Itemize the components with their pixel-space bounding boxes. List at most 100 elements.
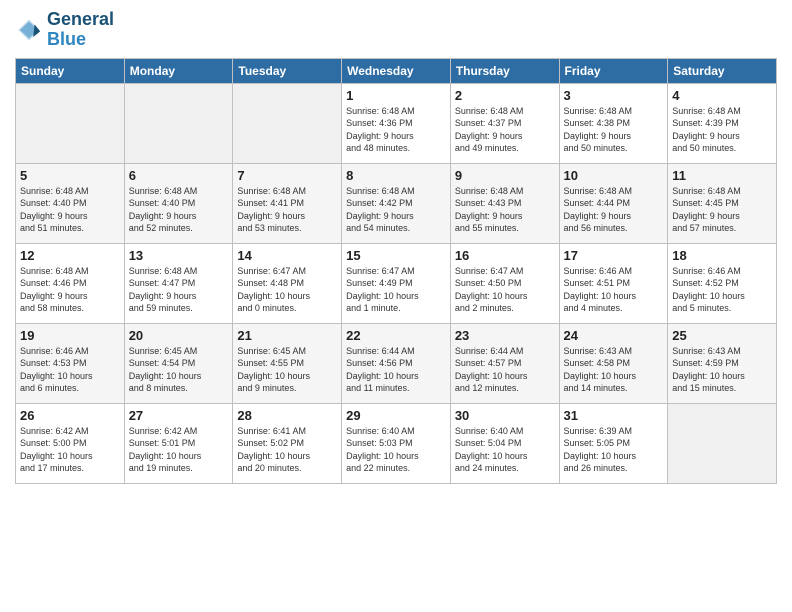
day-info: Sunrise: 6:48 AM Sunset: 4:41 PM Dayligh…	[237, 185, 337, 235]
day-number: 26	[20, 408, 120, 423]
day-info: Sunrise: 6:45 AM Sunset: 4:55 PM Dayligh…	[237, 345, 337, 395]
day-number: 21	[237, 328, 337, 343]
week-row-1: 1Sunrise: 6:48 AM Sunset: 4:36 PM Daylig…	[16, 83, 777, 163]
day-number: 31	[564, 408, 664, 423]
day-info: Sunrise: 6:48 AM Sunset: 4:46 PM Dayligh…	[20, 265, 120, 315]
day-info: Sunrise: 6:48 AM Sunset: 4:36 PM Dayligh…	[346, 105, 446, 155]
day-number: 27	[129, 408, 229, 423]
day-number: 2	[455, 88, 555, 103]
calendar-cell: 23 Sunrise: 6:44 AM Sunset: 4:57 PM Dayli…	[450, 323, 559, 403]
day-info: Sunrise: 6:43 AM Sunset: 4:59 PM Dayligh…	[672, 345, 772, 395]
week-row-5: 26 Sunrise: 6:42 AM Sunset: 5:00 PM Dayli…	[16, 403, 777, 483]
calendar-cell: 26 Sunrise: 6:42 AM Sunset: 5:00 PM Dayli…	[16, 403, 125, 483]
day-info: Sunrise: 6:48 AM Sunset: 4:37 PM Dayligh…	[455, 105, 555, 155]
day-info: Sunrise: 6:45 AM Sunset: 4:54 PM Dayligh…	[129, 345, 229, 395]
calendar-cell: 11 Sunrise: 6:48 AM Sunset: 4:45 PM Dayli…	[668, 163, 777, 243]
day-number: 14	[237, 248, 337, 263]
day-info: Sunrise: 6:39 AM Sunset: 5:05 PM Dayligh…	[564, 425, 664, 475]
calendar-cell: 17 Sunrise: 6:46 AM Sunset: 4:51 PM Dayli…	[559, 243, 668, 323]
day-number: 7	[237, 168, 337, 183]
calendar-cell: 4 Sunrise: 6:48 AM Sunset: 4:39 PM Daylig…	[668, 83, 777, 163]
day-number: 19	[20, 328, 120, 343]
day-number: 24	[564, 328, 664, 343]
calendar-cell	[124, 83, 233, 163]
week-row-3: 12 Sunrise: 6:48 AM Sunset: 4:46 PM Dayli…	[16, 243, 777, 323]
logo-icon	[15, 16, 43, 44]
calendar-cell: 22 Sunrise: 6:44 AM Sunset: 4:56 PM Dayli…	[342, 323, 451, 403]
calendar-cell: 29Sunrise: 6:40 AM Sunset: 5:03 PM Dayli…	[342, 403, 451, 483]
calendar-cell: 5Sunrise: 6:48 AM Sunset: 4:40 PM Daylig…	[16, 163, 125, 243]
day-number: 10	[564, 168, 664, 183]
day-info: Sunrise: 6:48 AM Sunset: 4:47 PM Dayligh…	[129, 265, 229, 315]
day-info: Sunrise: 6:41 AM Sunset: 5:02 PM Dayligh…	[237, 425, 337, 475]
day-number: 28	[237, 408, 337, 423]
day-number: 30	[455, 408, 555, 423]
calendar-cell: 31 Sunrise: 6:39 AM Sunset: 5:05 PM Dayli…	[559, 403, 668, 483]
calendar-cell: 15 Sunrise: 6:47 AM Sunset: 4:49 PM Dayli…	[342, 243, 451, 323]
day-number: 15	[346, 248, 446, 263]
calendar-cell: 18 Sunrise: 6:46 AM Sunset: 4:52 PM Dayli…	[668, 243, 777, 323]
day-number: 13	[129, 248, 229, 263]
calendar-cell: 16Sunrise: 6:47 AM Sunset: 4:50 PM Dayli…	[450, 243, 559, 323]
day-number: 12	[20, 248, 120, 263]
day-info: Sunrise: 6:42 AM Sunset: 5:00 PM Dayligh…	[20, 425, 120, 475]
day-number: 4	[672, 88, 772, 103]
day-number: 6	[129, 168, 229, 183]
day-info: Sunrise: 6:46 AM Sunset: 4:51 PM Dayligh…	[564, 265, 664, 315]
day-info: Sunrise: 6:47 AM Sunset: 4:49 PM Dayligh…	[346, 265, 446, 315]
weekday-saturday: Saturday	[668, 58, 777, 83]
calendar-cell: 12 Sunrise: 6:48 AM Sunset: 4:46 PM Dayli…	[16, 243, 125, 323]
day-info: Sunrise: 6:48 AM Sunset: 4:42 PM Dayligh…	[346, 185, 446, 235]
calendar-cell: 14 Sunrise: 6:47 AM Sunset: 4:48 PM Dayli…	[233, 243, 342, 323]
calendar-cell: 6Sunrise: 6:48 AM Sunset: 4:40 PM Daylig…	[124, 163, 233, 243]
weekday-header-row: SundayMondayTuesdayWednesdayThursdayFrid…	[16, 58, 777, 83]
day-number: 9	[455, 168, 555, 183]
day-info: Sunrise: 6:40 AM Sunset: 5:03 PM Dayligh…	[346, 425, 446, 475]
day-info: Sunrise: 6:43 AM Sunset: 4:58 PM Dayligh…	[564, 345, 664, 395]
day-info: Sunrise: 6:48 AM Sunset: 4:45 PM Dayligh…	[672, 185, 772, 235]
day-number: 16	[455, 248, 555, 263]
weekday-wednesday: Wednesday	[342, 58, 451, 83]
day-info: Sunrise: 6:44 AM Sunset: 4:57 PM Dayligh…	[455, 345, 555, 395]
calendar-cell: 2 Sunrise: 6:48 AM Sunset: 4:37 PM Daylig…	[450, 83, 559, 163]
day-info: Sunrise: 6:48 AM Sunset: 4:39 PM Dayligh…	[672, 105, 772, 155]
calendar-cell: 30 Sunrise: 6:40 AM Sunset: 5:04 PM Dayli…	[450, 403, 559, 483]
calendar-cell: 19 Sunrise: 6:46 AM Sunset: 4:53 PM Dayli…	[16, 323, 125, 403]
calendar-cell: 27 Sunrise: 6:42 AM Sunset: 5:01 PM Dayli…	[124, 403, 233, 483]
day-info: Sunrise: 6:48 AM Sunset: 4:40 PM Dayligh…	[20, 185, 120, 235]
calendar-cell: 24 Sunrise: 6:43 AM Sunset: 4:58 PM Dayli…	[559, 323, 668, 403]
day-info: Sunrise: 6:42 AM Sunset: 5:01 PM Dayligh…	[129, 425, 229, 475]
day-info: Sunrise: 6:46 AM Sunset: 4:52 PM Dayligh…	[672, 265, 772, 315]
day-info: Sunrise: 6:47 AM Sunset: 4:48 PM Dayligh…	[237, 265, 337, 315]
day-number: 23	[455, 328, 555, 343]
day-info: Sunrise: 6:48 AM Sunset: 4:43 PM Dayligh…	[455, 185, 555, 235]
day-number: 25	[672, 328, 772, 343]
day-info: Sunrise: 6:48 AM Sunset: 4:38 PM Dayligh…	[564, 105, 664, 155]
calendar-cell	[16, 83, 125, 163]
logo-text: General Blue	[47, 10, 114, 50]
day-info: Sunrise: 6:44 AM Sunset: 4:56 PM Dayligh…	[346, 345, 446, 395]
day-number: 11	[672, 168, 772, 183]
calendar-cell: 13 Sunrise: 6:48 AM Sunset: 4:47 PM Dayli…	[124, 243, 233, 323]
day-info: Sunrise: 6:46 AM Sunset: 4:53 PM Dayligh…	[20, 345, 120, 395]
calendar-cell: 8 Sunrise: 6:48 AM Sunset: 4:42 PM Daylig…	[342, 163, 451, 243]
day-number: 8	[346, 168, 446, 183]
day-number: 22	[346, 328, 446, 343]
page-container: General Blue SundayMondayTuesdayWednesda…	[0, 0, 792, 612]
day-number: 20	[129, 328, 229, 343]
calendar-cell	[233, 83, 342, 163]
day-info: Sunrise: 6:40 AM Sunset: 5:04 PM Dayligh…	[455, 425, 555, 475]
week-row-2: 5Sunrise: 6:48 AM Sunset: 4:40 PM Daylig…	[16, 163, 777, 243]
calendar-cell: 7 Sunrise: 6:48 AM Sunset: 4:41 PM Daylig…	[233, 163, 342, 243]
day-number: 17	[564, 248, 664, 263]
calendar-table: SundayMondayTuesdayWednesdayThursdayFrid…	[15, 58, 777, 484]
weekday-thursday: Thursday	[450, 58, 559, 83]
day-number: 18	[672, 248, 772, 263]
day-info: Sunrise: 6:48 AM Sunset: 4:44 PM Dayligh…	[564, 185, 664, 235]
weekday-friday: Friday	[559, 58, 668, 83]
calendar-cell: 20 Sunrise: 6:45 AM Sunset: 4:54 PM Dayli…	[124, 323, 233, 403]
weekday-tuesday: Tuesday	[233, 58, 342, 83]
weekday-sunday: Sunday	[16, 58, 125, 83]
calendar-cell	[668, 403, 777, 483]
calendar-cell: 28 Sunrise: 6:41 AM Sunset: 5:02 PM Dayli…	[233, 403, 342, 483]
